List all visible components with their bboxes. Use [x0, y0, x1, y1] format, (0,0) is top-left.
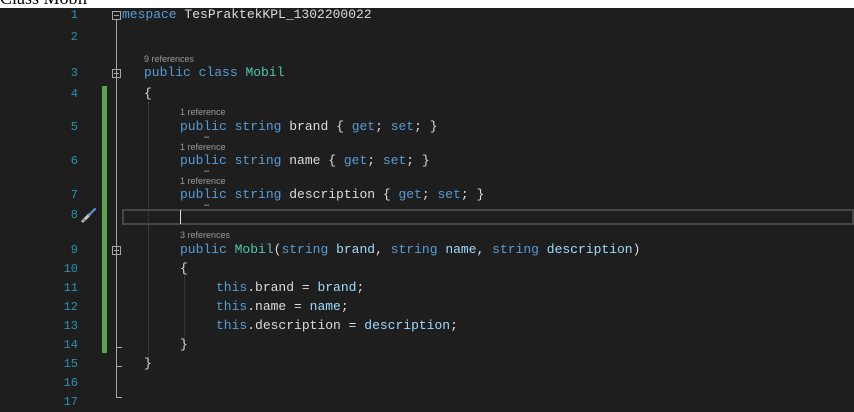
- outline-end: [116, 347, 122, 348]
- code-line-15[interactable]: }: [144, 356, 152, 371]
- line-number: 8: [70, 208, 78, 222]
- keyword: public string: [180, 187, 282, 202]
- line-number: 11: [63, 281, 78, 295]
- accessor: get: [351, 119, 376, 134]
- line-number: 2: [70, 30, 78, 44]
- document-title: Class Mobil: [0, 0, 88, 8]
- code-line-5[interactable]: public string brand { get; set; }: [180, 119, 438, 134]
- code-line-13[interactable]: this.description = description;: [216, 318, 458, 333]
- param-type: string: [281, 242, 329, 257]
- assigned-value: brand: [317, 280, 357, 295]
- line-number: 14: [63, 338, 78, 352]
- outline-end: [116, 397, 122, 398]
- param-name: description: [546, 242, 633, 257]
- class-name: Mobil: [245, 65, 285, 80]
- collapse-namespace-icon[interactable]: [112, 11, 121, 20]
- code-line-6[interactable]: public string name { get; set; }: [180, 153, 430, 168]
- code-line-9[interactable]: public Mobil(string brand, string name, …: [180, 242, 640, 257]
- namespace-name: TesPraktekKPL_1302200022: [176, 8, 372, 22]
- close-brace: }: [180, 337, 188, 352]
- code-line-3[interactable]: public class Mobil: [144, 65, 284, 80]
- codelens-description-references[interactable]: 1 reference: [180, 176, 226, 186]
- line-number: 10: [63, 262, 78, 276]
- property-name: description: [289, 187, 376, 202]
- this-keyword: this: [216, 299, 248, 314]
- suggestion-dots: ⋯: [204, 201, 210, 211]
- line-number: 16: [63, 376, 78, 390]
- text-caret: [180, 210, 181, 224]
- indent-guide: [148, 102, 149, 362]
- line-number: 6: [70, 154, 78, 168]
- brace: {: [336, 119, 344, 134]
- change-tracking-bar: [102, 86, 107, 353]
- member-name: brand: [255, 280, 295, 295]
- indent-guide: [184, 276, 185, 342]
- line-number: 7: [70, 188, 78, 202]
- property-name: brand: [289, 119, 329, 134]
- collapse-constructor-icon[interactable]: [112, 246, 121, 255]
- current-line-highlight: [122, 209, 854, 225]
- param-type: string: [390, 242, 438, 257]
- keyword: public string: [180, 153, 282, 168]
- line-number: 1: [70, 8, 78, 22]
- property-name: name: [289, 153, 321, 168]
- constructor-name: Mobil: [234, 242, 274, 257]
- param-type: string: [492, 242, 539, 257]
- code-line-7[interactable]: public string description { get; set; }: [180, 187, 484, 202]
- accessor: set: [390, 119, 415, 134]
- codelens-class-references[interactable]: 9 references: [144, 54, 194, 64]
- codelens-brand-references[interactable]: 1 reference: [180, 107, 226, 117]
- line-number: 3: [70, 66, 78, 80]
- assigned-value: description: [364, 318, 451, 333]
- screwdriver-brush-icon[interactable]: [80, 206, 98, 224]
- line-number: 15: [63, 357, 78, 371]
- code-editor[interactable]: 1 2 3 4 5 6 7 8 9 10 11 12 13 14 15 16 1…: [0, 8, 854, 412]
- codelens-constructor-references[interactable]: 3 references: [180, 230, 230, 240]
- code-line-12[interactable]: this.name = name;: [216, 299, 349, 314]
- suggestion-dots: ⋯: [204, 167, 210, 177]
- member-name: name: [255, 299, 287, 314]
- code-line-10[interactable]: {: [180, 261, 188, 276]
- keyword: mespace: [122, 8, 177, 22]
- open-brace: {: [180, 261, 188, 276]
- line-number: 9: [70, 243, 78, 257]
- code-line-14[interactable]: }: [180, 337, 188, 352]
- this-keyword: this: [216, 280, 248, 295]
- this-keyword: this: [216, 318, 248, 333]
- line-number: 12: [63, 300, 78, 314]
- close-brace: }: [144, 356, 152, 371]
- line-number: 5: [70, 120, 78, 134]
- line-number: 13: [63, 319, 78, 333]
- collapse-class-icon[interactable]: [112, 69, 121, 78]
- keyword: public class: [144, 65, 238, 80]
- line-number: 4: [70, 87, 78, 101]
- member-name: description: [255, 318, 341, 333]
- param-name: name: [445, 242, 477, 257]
- code-line-1[interactable]: mespace TesPraktekKPL_1302200022: [122, 8, 372, 22]
- suggestion-dots: ⋯: [204, 133, 210, 143]
- outline-end: [116, 366, 122, 367]
- open-brace: {: [144, 86, 152, 101]
- param-name: brand: [336, 242, 376, 257]
- codelens-name-references[interactable]: 1 reference: [180, 142, 226, 152]
- brace: }: [429, 119, 438, 134]
- code-line-11[interactable]: this.brand = brand;: [216, 280, 364, 295]
- document-header: Class Mobil: [0, 0, 854, 8]
- code-line-4[interactable]: {: [144, 86, 152, 101]
- keyword: public string: [180, 119, 282, 134]
- assigned-value: name: [309, 299, 341, 314]
- keyword: public: [180, 242, 227, 257]
- line-number: 17: [63, 395, 78, 409]
